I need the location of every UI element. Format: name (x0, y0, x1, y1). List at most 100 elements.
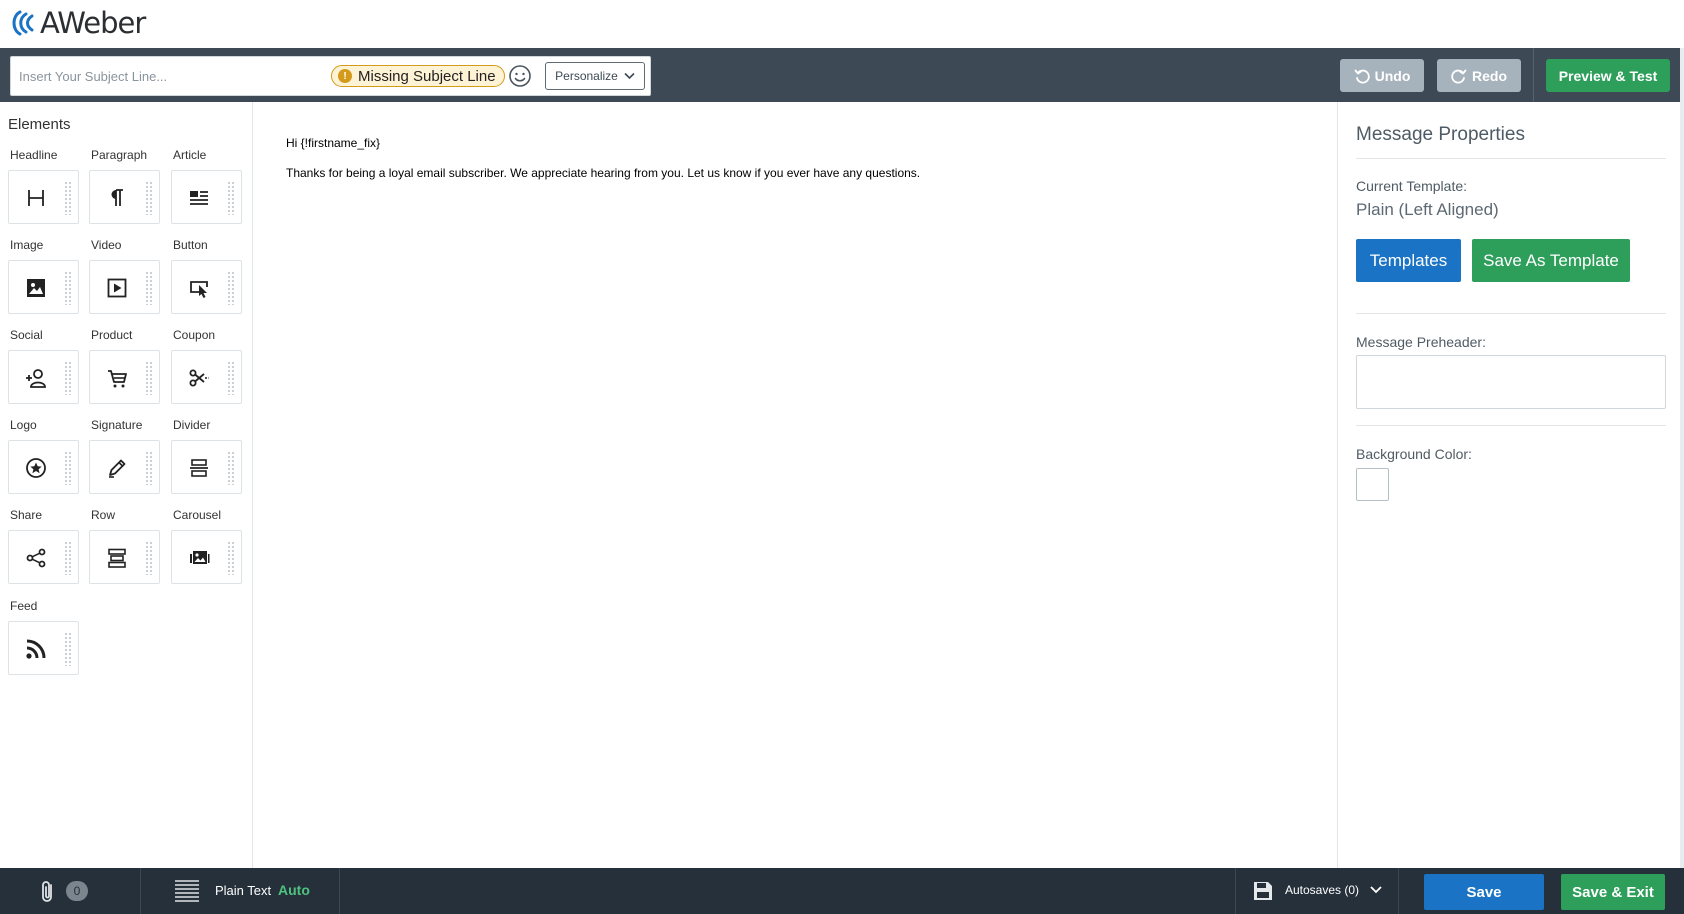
element-label-coupon: Coupon (173, 328, 216, 342)
element-label-feed: Feed (10, 599, 38, 613)
drag-handle[interactable] (64, 361, 72, 395)
preview-test-button[interactable]: Preview & Test (1546, 59, 1670, 92)
personalize-dropdown[interactable]: Personalize (545, 62, 645, 90)
templates-button[interactable]: Templates (1356, 239, 1461, 282)
element-label-share: Share (10, 508, 43, 522)
element-label-article: Article (173, 148, 207, 162)
save-button[interactable]: Save (1424, 874, 1544, 910)
background-color-swatch[interactable] (1356, 468, 1389, 501)
element-label-button: Button (173, 238, 208, 252)
chevron-down-icon (624, 72, 635, 80)
drag-handle[interactable] (145, 451, 153, 485)
element-tile-row[interactable] (89, 530, 160, 584)
bottom-divider (140, 868, 141, 914)
brand-bar: AWeber (0, 0, 1684, 48)
personalize-label: Personalize (555, 69, 618, 83)
element-label-video: Video (91, 238, 122, 252)
element-tile-coupon[interactable] (171, 350, 242, 404)
chevron-down-icon[interactable] (1369, 882, 1383, 898)
element-label-headline: Headline (10, 148, 58, 162)
page-scrollbar[interactable] (1680, 48, 1684, 868)
element-tile-button[interactable] (171, 260, 242, 314)
drag-handle[interactable] (64, 181, 72, 215)
autosaves-label[interactable]: Autosaves (0) (1285, 883, 1359, 897)
element-tile-video[interactable] (89, 260, 160, 314)
message-body-paragraph[interactable]: Thanks for being a loyal email subscribe… (286, 166, 936, 181)
paragraph-icon (104, 185, 130, 211)
element-label-logo: Logo (10, 418, 37, 432)
editor-toolbar: ! Missing Subject Line Personalize Undo … (0, 48, 1684, 102)
element-tile-headline[interactable] (8, 170, 79, 224)
scissors-icon (186, 365, 212, 391)
drag-handle[interactable] (227, 451, 235, 485)
subject-line-input[interactable] (11, 57, 321, 95)
redo-label: Redo (1472, 67, 1507, 84)
element-tile-divider[interactable] (171, 440, 242, 494)
logo-star-icon (23, 455, 49, 481)
subject-line-container: ! Missing Subject Line Personalize (10, 56, 651, 96)
save-as-template-button[interactable]: Save As Template (1472, 239, 1630, 282)
missing-subject-text: Missing Subject Line (358, 67, 496, 85)
redo-button[interactable]: Redo (1437, 59, 1521, 92)
element-label-paragraph: Paragraph (91, 148, 148, 162)
element-tile-share[interactable] (8, 530, 79, 584)
undo-icon (1354, 69, 1370, 83)
attachments-count-badge: 0 (66, 881, 88, 901)
message-properties-panel: Message Properties Current Template: Pla… (1337, 102, 1684, 868)
button-cursor-icon (186, 275, 212, 301)
plain-text-label[interactable]: Plain Text (215, 883, 271, 898)
drag-handle[interactable] (64, 451, 72, 485)
drag-handle[interactable] (145, 181, 153, 215)
drag-handle[interactable] (227, 181, 235, 215)
preheader-input[interactable] (1356, 355, 1666, 409)
drag-handle[interactable] (64, 541, 72, 575)
paperclip-icon[interactable] (38, 880, 58, 904)
element-label-signature: Signature (91, 418, 143, 432)
drag-handle[interactable] (64, 632, 72, 666)
element-tile-carousel[interactable] (171, 530, 242, 584)
element-tile-paragraph[interactable] (89, 170, 160, 224)
element-label-image: Image (10, 238, 44, 252)
element-tile-logo[interactable] (8, 440, 79, 494)
elements-panel: Elements Headline Paragraph Article Imag… (0, 102, 253, 868)
drag-handle[interactable] (227, 541, 235, 575)
drag-handle[interactable] (145, 361, 153, 395)
plain-text-icon[interactable] (173, 879, 201, 903)
bottom-divider (339, 868, 340, 914)
element-tile-product[interactable] (89, 350, 160, 404)
toolbar-divider (1533, 48, 1534, 102)
properties-title: Message Properties (1356, 124, 1525, 145)
undo-button[interactable]: Undo (1340, 59, 1424, 92)
element-tile-article[interactable] (171, 170, 242, 224)
emoji-smile-icon[interactable] (508, 64, 532, 88)
current-template-label: Current Template: (1356, 178, 1468, 194)
element-tile-social[interactable] (8, 350, 79, 404)
drag-handle[interactable] (145, 541, 153, 575)
drag-handle[interactable] (227, 271, 235, 305)
aweber-logo[interactable]: AWeber (8, 6, 146, 40)
element-tile-image[interactable] (8, 260, 79, 314)
element-label-product: Product (91, 328, 133, 342)
elements-panel-title: Elements (8, 116, 71, 133)
bottom-divider (1398, 868, 1399, 914)
floppy-disk-icon[interactable] (1252, 880, 1274, 902)
bottom-bar: 0 Plain Text Auto Autosaves (0) Save Sav… (0, 868, 1684, 914)
drag-handle[interactable] (145, 271, 153, 305)
element-tile-feed[interactable] (8, 621, 79, 675)
bottom-divider (1235, 868, 1236, 914)
email-canvas[interactable]: Hi {!firstname_fix} Thanks for being a l… (254, 102, 1336, 868)
image-icon (23, 275, 49, 301)
social-follow-icon (23, 365, 49, 391)
aweber-logo-mark-icon (12, 10, 34, 36)
element-label-carousel: Carousel (173, 508, 222, 522)
plain-text-mode[interactable]: Auto (278, 882, 310, 898)
background-color-label: Background Color: (1356, 446, 1472, 462)
save-exit-button[interactable]: Save & Exit (1561, 874, 1665, 910)
drag-handle[interactable] (64, 271, 72, 305)
drag-handle[interactable] (227, 361, 235, 395)
row-icon (104, 545, 130, 571)
cart-icon (104, 365, 130, 391)
missing-subject-badge: ! Missing Subject Line (331, 65, 505, 87)
message-greeting[interactable]: Hi {!firstname_fix} (286, 136, 380, 150)
element-tile-signature[interactable] (89, 440, 160, 494)
